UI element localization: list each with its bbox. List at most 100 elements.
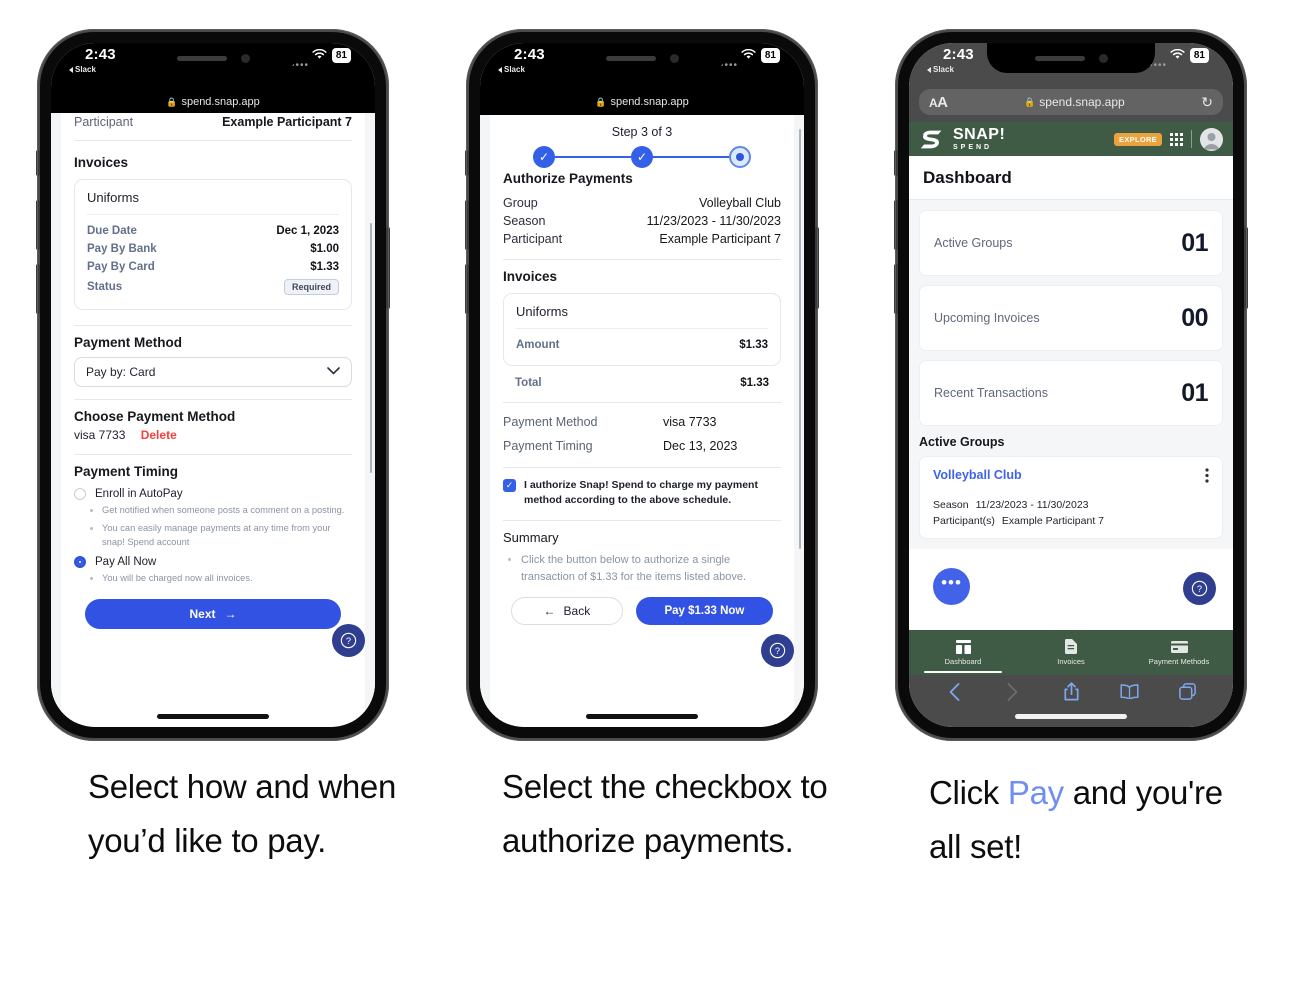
notch-2: [558, 43, 726, 73]
stat-card-active-groups[interactable]: Active Groups 01: [919, 210, 1223, 276]
radio-pay-all-now[interactable]: [74, 556, 86, 569]
tab-dashboard[interactable]: Dashboard: [909, 639, 1017, 673]
back-to-app-link[interactable]: Slack: [927, 65, 954, 74]
total-label: Total: [515, 377, 542, 389]
brand-wordmark: SNAP! SPEND: [953, 127, 1005, 152]
volume-down-button[interactable]: [465, 264, 469, 314]
status-indicators: 81: [1170, 48, 1209, 63]
step-label: Step 3 of 3: [611, 125, 673, 139]
battery-indicator: 81: [331, 48, 351, 63]
invoice-row: Due Date Dec 1, 2023: [87, 222, 339, 240]
authorize-checkbox[interactable]: ✓: [503, 479, 516, 492]
pay-now-button[interactable]: Pay $1.33 Now: [635, 597, 773, 626]
tab-invoices[interactable]: Invoices: [1017, 639, 1125, 666]
explore-button[interactable]: EXPLORE: [1114, 132, 1162, 146]
tabs-icon[interactable]: [1159, 683, 1217, 705]
back-to-app-link[interactable]: Slack: [498, 65, 525, 74]
status-time: 2:43: [514, 46, 545, 63]
option-enroll-autopay[interactable]: Enroll in AutoPay: [74, 488, 352, 500]
bookmarks-icon[interactable]: [1100, 684, 1158, 704]
group-name-link[interactable]: Volleyball Club: [933, 468, 1022, 482]
divider: [503, 467, 781, 468]
help-fab-2[interactable]: ?: [761, 634, 794, 667]
current-step-dot-icon: [736, 153, 744, 161]
help-fab-3[interactable]: ?: [1183, 572, 1216, 605]
url-bar-1[interactable]: 🔒 spend.snap.app: [51, 95, 375, 115]
content-sheet-1: Participant Example Participant 7 Invoic…: [61, 113, 365, 722]
invoice-name-2: Uniforms: [516, 304, 569, 319]
power-button[interactable]: [1244, 227, 1248, 309]
participant-value: Example Participant 7: [1001, 515, 1104, 527]
page-scrollbar-2[interactable]: [798, 129, 801, 549]
payment-timing-label: Payment Timing: [503, 439, 593, 453]
step-dot-1[interactable]: ✓: [533, 146, 555, 168]
list-item: You can easily manage payments at any ti…: [102, 522, 352, 549]
volume-down-button[interactable]: [894, 264, 898, 314]
payment-timing-value: Dec 13, 2023: [663, 439, 738, 453]
volume-down-button[interactable]: [36, 264, 40, 314]
back-icon[interactable]: [925, 682, 983, 706]
mute-switch[interactable]: [465, 150, 469, 176]
back-triangle-icon: [498, 66, 502, 73]
apps-grid-icon[interactable]: [1170, 132, 1183, 146]
stat-card-recent-transactions[interactable]: Recent Transactions 01: [919, 360, 1223, 426]
back-to-app-link[interactable]: Slack: [69, 65, 96, 74]
radio-autopay[interactable]: [74, 488, 86, 500]
snap-logo-icon: [919, 129, 945, 149]
step-dot-3[interactable]: [729, 146, 751, 168]
url-bar-2[interactable]: 🔒 spend.snap.app: [480, 95, 804, 115]
power-button[interactable]: [815, 227, 819, 309]
divider: [1191, 130, 1192, 148]
pay-all-now-bullets: You will be charged now all invoices.: [102, 572, 352, 585]
list-item: Click the button below to authorize a si…: [521, 552, 781, 586]
back-button-label: Back: [563, 604, 591, 619]
step-dot-2[interactable]: ✓: [631, 146, 653, 168]
help-fab-1[interactable]: ?: [332, 624, 365, 657]
safari-address-bar: AA 🔒 spend.snap.app ↻: [909, 85, 1233, 122]
forward-icon[interactable]: [983, 682, 1041, 706]
more-options-icon[interactable]: [1205, 468, 1209, 483]
mute-switch[interactable]: [36, 150, 40, 176]
svg-text:?: ?: [775, 646, 780, 656]
tab-payment-methods[interactable]: Payment Methods: [1125, 639, 1233, 666]
url-text-1: spend.snap.app: [181, 96, 260, 108]
volume-up-button[interactable]: [465, 200, 469, 250]
next-button[interactable]: Next →: [85, 598, 341, 629]
power-button[interactable]: [386, 227, 390, 309]
page-scrollbar-1[interactable]: [369, 223, 372, 473]
more-actions-fab[interactable]: •••: [933, 568, 970, 605]
notch-1: [129, 43, 297, 73]
phone-3: 2:43 Slack •••• 81 AA 🔒 spend.snap.app ↻…: [894, 29, 1248, 741]
delete-card-button[interactable]: Delete: [141, 428, 177, 442]
authorize-checkbox-row[interactable]: ✓ I authorize Snap! Spend to charge my p…: [503, 478, 781, 507]
phone-3-screen: 2:43 Slack •••• 81 AA 🔒 spend.snap.app ↻…: [909, 43, 1233, 727]
participant-label: Participant(s): [933, 515, 995, 527]
season-value: 11/23/2023 - 11/30/2023: [646, 214, 781, 228]
group-card[interactable]: Volleyball Club Season 11/23/2023 - 11/3…: [919, 456, 1223, 539]
ellipsis-icon: •••: [941, 573, 962, 592]
invoice-name-1: Uniforms: [87, 190, 140, 205]
page-title: Dashboard: [909, 156, 1233, 199]
option-pay-all-now[interactable]: Pay All Now: [74, 556, 352, 569]
volume-up-button[interactable]: [894, 200, 898, 250]
due-date-value: Dec 1, 2023: [276, 225, 339, 237]
back-button[interactable]: ← Back: [511, 597, 623, 626]
safari-url-field[interactable]: AA 🔒 spend.snap.app ↻: [919, 89, 1223, 115]
mute-switch[interactable]: [894, 150, 898, 176]
stat-card-upcoming-invoices[interactable]: Upcoming Invoices 00: [919, 285, 1223, 351]
avatar[interactable]: [1200, 127, 1223, 151]
front-camera: [1098, 53, 1108, 63]
text-size-button[interactable]: AA: [929, 94, 948, 111]
reload-icon[interactable]: ↻: [1201, 94, 1213, 111]
group-season-row: Season 11/23/2023 - 11/30/2023: [933, 499, 1209, 511]
payment-timing-row: Payment Timing Dec 13, 2023: [503, 432, 781, 456]
volume-up-button[interactable]: [36, 200, 40, 250]
participant-value: Example Participant 7: [222, 115, 352, 129]
next-button-label: Next: [189, 606, 216, 621]
stat-value: 01: [1181, 228, 1208, 257]
saved-card-label: visa 7733: [74, 428, 126, 442]
choose-payment-method-heading: Choose Payment Method: [74, 409, 236, 424]
participant-value: Example Participant 7: [659, 232, 781, 246]
share-icon[interactable]: [1042, 682, 1100, 706]
payment-method-select[interactable]: Pay by: Card: [74, 357, 352, 387]
